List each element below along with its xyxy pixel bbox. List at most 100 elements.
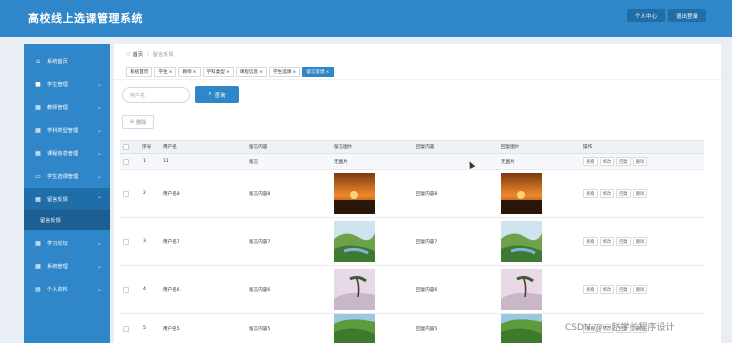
column-header: 留言图片 [334, 145, 353, 150]
landscape-image[interactable] [334, 221, 375, 262]
close-icon[interactable]: × [326, 70, 330, 75]
row-checkbox[interactable] [123, 158, 129, 165]
sunset-image[interactable] [334, 173, 375, 214]
edit-button[interactable]: 修改 [599, 285, 615, 294]
view-button[interactable]: 查看 [583, 285, 598, 294]
column-header: 序号 [142, 145, 152, 150]
breadcrumb: ♡ 首页 / 留言反馈 [126, 51, 174, 59]
cell-reply-image [501, 266, 542, 313]
reply-button[interactable]: 回复 [616, 285, 631, 294]
sidebar-item-label: 个人资料 [47, 286, 68, 293]
sidebar-item-feedback[interactable]: ▦ 留言反馈 ⌃ [24, 188, 110, 210]
logout-button[interactable]: 退出登录 [668, 9, 706, 22]
delete-button[interactable]: 删除 [632, 237, 648, 246]
sidebar-item-forum[interactable]: ▦ 学习论坛 ⌄ [24, 232, 110, 254]
edit-button[interactable]: 修改 [599, 157, 615, 166]
search-button[interactable]: ⌕ 查询 [195, 86, 239, 103]
sidebar-item-courses[interactable]: ▦ 课程信息管理 ⌄ [24, 142, 110, 164]
delete-button[interactable]: 删除 [632, 285, 648, 294]
hills-image[interactable] [334, 314, 375, 343]
grid-icon: ▦ [35, 149, 41, 157]
edit-button[interactable]: 修改 [599, 189, 615, 198]
csdn-watermark: CSDN @一赵学长程序设计 [565, 323, 675, 333]
landscape-image[interactable] [501, 221, 542, 262]
sidebar-item-home[interactable]: ⌂ 系统首页 [24, 50, 110, 72]
chevron-up-icon: ⌃ [96, 195, 102, 203]
delete-button[interactable]: 删除 [632, 157, 648, 166]
chevron-down-icon: ⌄ [96, 149, 102, 157]
breadcrumb-current: 留言反馈 [152, 52, 174, 58]
cell-username: 用户名6 [163, 287, 180, 293]
tab-label: 学科类型 [206, 70, 225, 75]
sidebar-item-teachers[interactable]: ▦ 教师管理 ⌄ [24, 96, 110, 118]
reply-button[interactable]: 回复 [616, 237, 631, 246]
sidebar-item-profile[interactable]: ▤ 个人资料 ⌄ [24, 278, 110, 300]
row-checkbox[interactable] [123, 190, 129, 197]
mist-image[interactable] [334, 269, 375, 310]
cell-reply-image [501, 218, 542, 265]
search-icon: ⌕ [208, 91, 212, 97]
sidebar-subitem-feedback[interactable]: 留言反馈 [24, 210, 110, 230]
cell-reply: 回复内容8 [416, 191, 438, 197]
sunset-image[interactable] [501, 173, 542, 214]
divider [114, 79, 721, 80]
view-button[interactable]: 查看 [583, 237, 598, 246]
sidebar-item-label: 留言反馈 [47, 196, 68, 203]
cell-username: 用户名8 [163, 191, 180, 197]
edit-button[interactable]: 修改 [599, 237, 615, 246]
row-checkbox[interactable] [123, 325, 129, 332]
sidebar-item-label: 系统首页 [47, 58, 68, 65]
search-button-label: 查询 [214, 92, 226, 99]
row-checkbox[interactable] [123, 286, 129, 293]
cell-message-image [334, 266, 375, 313]
close-icon[interactable]: × [193, 70, 197, 75]
tab-feedback[interactable]: 留言反馈 × [302, 67, 334, 77]
close-icon[interactable]: × [169, 70, 173, 75]
breadcrumb-home[interactable]: 首页 [133, 51, 143, 58]
tab-bar: 系统首页 学生 × 教师 × 学科类型 × 课程信息 × 学生选课 × 留言反馈 × [126, 67, 334, 77]
table-header: 序号 用户名 留言内容 留言图片 回复内容 回复图片 操作 [120, 140, 704, 154]
delete-button[interactable]: 删除 [632, 189, 648, 198]
batch-delete-button[interactable]: ⊖ 删除 [122, 115, 154, 129]
username-search-input[interactable]: 用户名 [122, 87, 190, 103]
row-actions: 查看 修改 回复 删除 [583, 266, 648, 313]
tab-home[interactable]: 系统首页 [126, 67, 153, 77]
personal-center-button[interactable]: 个人中心 [627, 9, 665, 22]
view-button[interactable]: 查看 [583, 189, 598, 198]
cell-message: 留言内容5 [249, 326, 271, 332]
tab-course-selection[interactable]: 学生选课 × [269, 67, 301, 77]
column-header: 回复内容 [416, 145, 435, 150]
tab-courses[interactable]: 课程信息 × [235, 67, 268, 77]
tab-teachers[interactable]: 教师 × [178, 67, 201, 77]
sidebar-item-system[interactable]: ▦ 系统管理 ⌄ [24, 255, 110, 277]
reply-button[interactable]: 回复 [616, 157, 631, 166]
select-all-checkbox[interactable] [123, 144, 129, 150]
close-icon[interactable]: × [226, 70, 230, 75]
tab-label: 留言反馈 [306, 70, 325, 75]
grid-icon: ▦ [35, 195, 41, 203]
view-button[interactable]: 查看 [583, 157, 598, 166]
chevron-down-icon: ⌄ [96, 262, 102, 270]
cell-username: 用户名5 [163, 326, 180, 332]
home-icon: ⌂ [36, 57, 40, 65]
row-actions: 查看 修改 回复 删除 [583, 170, 648, 217]
hills-image[interactable] [501, 314, 542, 343]
close-icon[interactable]: × [292, 70, 296, 75]
chevron-down-icon: ⌄ [96, 172, 102, 180]
sidebar-item-students[interactable]: ■ 学生管理 ⌄ [24, 73, 110, 95]
chevron-down-icon: ⌄ [96, 126, 102, 134]
sidebar-item-subject-types[interactable]: ▦ 学科类型管理 ⌄ [24, 119, 110, 141]
reply-button[interactable]: 回复 [616, 189, 631, 198]
close-icon[interactable]: × [259, 70, 263, 75]
sidebar-item-course-selection[interactable]: ▭ 学生选课管理 ⌄ [24, 165, 110, 187]
cell-reply: 回复内容7 [416, 239, 438, 245]
mist-image[interactable] [501, 269, 542, 310]
tab-students[interactable]: 学生 × [154, 67, 177, 77]
chevron-down-icon: ⌄ [96, 80, 102, 88]
row-checkbox[interactable] [123, 238, 129, 245]
tab-label: 课程信息 [239, 70, 259, 75]
tab-subject-types[interactable]: 学科类型 × [202, 67, 234, 77]
cell-message: 留言 [249, 159, 259, 165]
sidebar-item-label: 学生选课管理 [47, 173, 79, 180]
cell-index: 2 [143, 191, 146, 196]
